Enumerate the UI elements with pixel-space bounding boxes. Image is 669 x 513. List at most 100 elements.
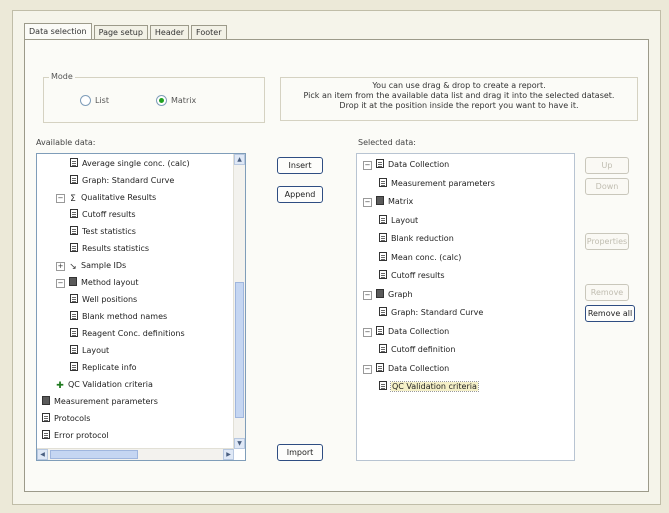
collapse-icon[interactable]: − — [56, 279, 65, 288]
doc-icon — [42, 413, 50, 422]
tree-item[interactable]: − Graph — [363, 288, 413, 301]
horizontal-scrollbar[interactable]: ◀ ▶ — [37, 448, 234, 460]
doc-icon — [379, 233, 387, 242]
tree-item-label: Measurement parameters — [54, 397, 158, 406]
tab-page-setup[interactable]: Page setup — [93, 25, 148, 39]
tree-item[interactable]: Graph: Standard Curve — [70, 174, 174, 187]
tree-item-label: Graph: Standard Curve — [391, 308, 484, 317]
doc-icon — [70, 311, 78, 320]
selected-data-label: Selected data: — [358, 138, 416, 147]
mode-group — [43, 77, 265, 123]
insert-button[interactable]: Insert — [277, 157, 323, 174]
tree-item-label: Test statistics — [82, 227, 136, 236]
scroll-right-icon[interactable]: ▶ — [223, 449, 234, 460]
scroll-left-icon[interactable]: ◀ — [37, 449, 48, 460]
collapse-icon[interactable]: − — [363, 161, 372, 170]
tree-item[interactable]: Protocols — [42, 412, 90, 425]
collapse-icon[interactable]: − — [56, 194, 65, 203]
tree-item[interactable]: Blank method names — [70, 310, 167, 323]
doc-icon — [379, 344, 387, 353]
sigma-icon: Σ — [70, 194, 76, 204]
selected-data-tree[interactable]: − Data Collection Measurement parameters − M… — [356, 153, 575, 461]
tree-item[interactable]: Blank reduction — [379, 232, 454, 245]
collapse-icon[interactable]: − — [363, 290, 372, 300]
tree-item[interactable]: Mean conc. (calc) — [379, 251, 461, 264]
tree-item[interactable]: Graph: Standard Curve — [379, 306, 483, 319]
tree-item[interactable]: − Matrix — [363, 195, 413, 208]
tree-item[interactable]: ✚ QC Validation criteria — [56, 378, 153, 391]
tree-item-label: Cutoff results — [82, 210, 136, 219]
scroll-thumb[interactable] — [235, 282, 244, 418]
info-line: Drop it at the position inside the repor… — [339, 101, 579, 110]
scroll-thumb[interactable] — [50, 450, 138, 459]
collapse-icon[interactable]: − — [363, 327, 372, 337]
doc-icon — [379, 381, 387, 390]
folder-icon — [42, 396, 50, 405]
down-button[interactable]: Down — [585, 178, 629, 195]
tree-item[interactable]: Replicate info — [70, 361, 137, 374]
collapse-icon[interactable]: − — [363, 364, 372, 374]
tree-item[interactable]: Test statistics — [70, 225, 136, 238]
doc-icon — [70, 175, 78, 184]
remove-all-button[interactable]: Remove all — [585, 305, 635, 322]
tree-item[interactable]: QC Validation criteria — [379, 380, 479, 393]
tree-item[interactable]: − Σ Qualitative Results — [56, 191, 156, 204]
tree-item[interactable]: Measurement parameters — [42, 395, 158, 408]
doc-icon — [42, 430, 50, 439]
doc-icon — [70, 294, 78, 303]
doc-icon — [379, 177, 387, 187]
tab-footer[interactable]: Footer — [191, 25, 227, 39]
tree-item[interactable]: Average single conc. (calc) — [70, 157, 190, 170]
radio-label: List — [95, 96, 109, 105]
remove-button[interactable]: Remove — [585, 284, 629, 301]
doc-icon — [379, 251, 387, 261]
tree-item-label: Sample IDs — [81, 261, 127, 270]
tree-item[interactable]: − Method layout — [56, 276, 139, 289]
tree-item[interactable]: Cutoff results — [379, 269, 445, 282]
tree-item[interactable]: Error protocol — [42, 429, 109, 442]
mode-matrix-radio[interactable]: Matrix — [156, 95, 196, 106]
tree-item[interactable]: Results statistics — [70, 242, 149, 255]
tree-item[interactable]: − Data Collection — [363, 158, 449, 171]
scroll-down-icon[interactable]: ▼ — [234, 438, 245, 449]
tree-item-label: Data Collection — [388, 160, 450, 169]
doc-icon — [70, 362, 78, 371]
tree-item-label: Blank reduction — [391, 234, 454, 243]
up-button[interactable]: Up — [585, 157, 629, 174]
tree-item[interactable]: Layout — [379, 214, 418, 227]
tree-item[interactable]: + ↘ Sample IDs — [56, 259, 126, 272]
tree-item[interactable]: − Data Collection — [363, 362, 449, 375]
vertical-scrollbar[interactable]: ▲ ▼ — [233, 154, 245, 449]
available-data-tree[interactable]: ▲ ▼ ◀ ▶ Average single conc. (calc) Graph… — [36, 153, 246, 461]
tree-item[interactable]: Reagent Conc. definitions — [70, 327, 185, 340]
tree-item-label: Cutoff results — [391, 271, 445, 280]
tree-item-label: Results statistics — [82, 244, 150, 253]
mode-list-radio[interactable]: List — [80, 95, 109, 106]
info-line: Pick an item from the available data lis… — [303, 91, 615, 100]
mode-legend: Mode — [49, 72, 75, 81]
tree-item[interactable]: − Data Collection — [363, 325, 449, 338]
properties-button[interactable]: Properties — [585, 233, 629, 250]
tree-item-label: Data Collection — [388, 363, 450, 373]
append-button[interactable]: Append — [277, 186, 323, 203]
tree-item-label: Matrix — [388, 197, 414, 206]
tree-item[interactable]: Cutoff definition — [379, 343, 455, 356]
tab-header[interactable]: Header — [149, 25, 190, 39]
doc-icon — [379, 270, 387, 279]
tree-item-label: Replicate info — [82, 363, 137, 372]
expand-icon[interactable]: + — [56, 262, 65, 271]
tree-item[interactable]: Cutoff results — [70, 208, 136, 221]
tab-data-selection[interactable]: Data selection — [24, 23, 92, 39]
scroll-up-icon[interactable]: ▲ — [234, 154, 245, 165]
doc-icon — [376, 362, 384, 372]
tree-item-label: Average single conc. (calc) — [82, 159, 190, 168]
tree-item[interactable]: Measurement parameters — [379, 177, 495, 190]
plus-icon: ✚ — [56, 381, 64, 391]
radio-circle — [156, 95, 167, 106]
import-button[interactable]: Import — [277, 444, 323, 461]
tree-item[interactable]: Layout — [70, 344, 109, 357]
collapse-icon[interactable]: − — [363, 198, 372, 207]
available-data-label: Available data: — [36, 138, 96, 147]
tree-item[interactable]: Well positions — [70, 293, 137, 306]
doc-icon — [70, 226, 78, 235]
